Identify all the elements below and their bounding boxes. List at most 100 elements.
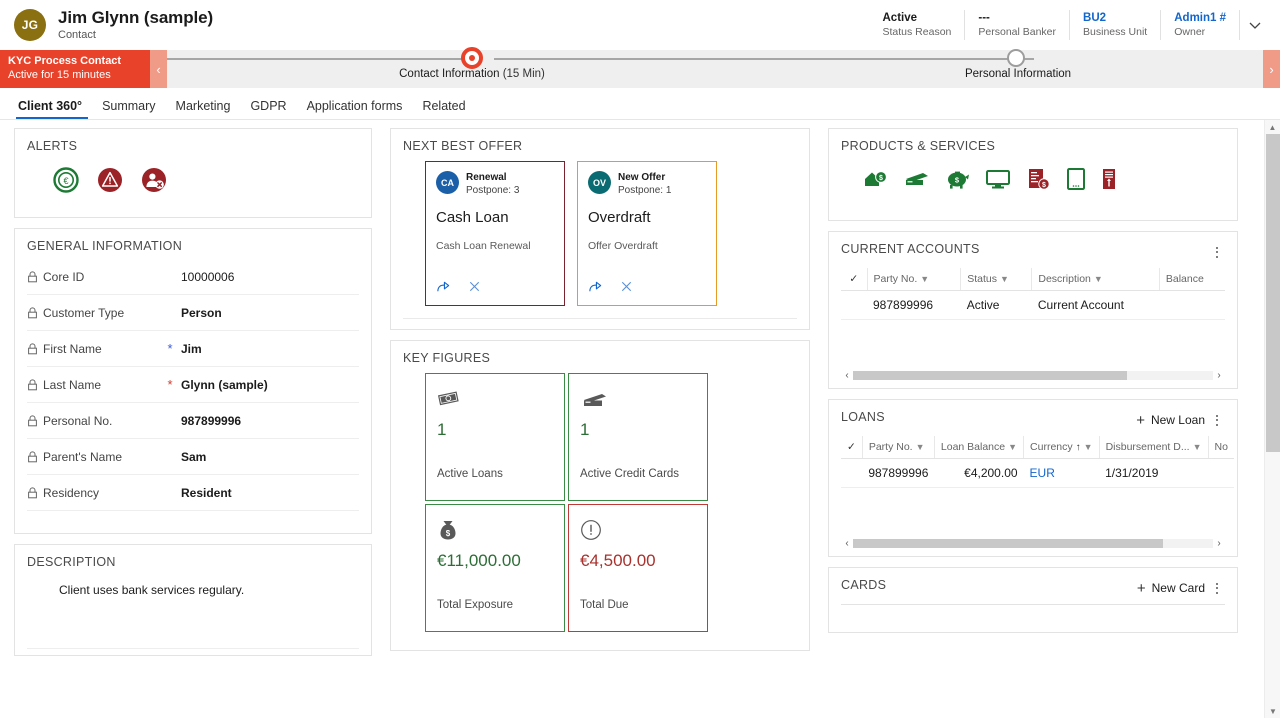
scroll-track[interactable] (853, 538, 1213, 548)
tab-application-forms[interactable]: Application forms (297, 99, 413, 119)
dismiss-icon[interactable] (619, 279, 634, 294)
lock-icon (27, 306, 38, 319)
field-label-parents-name: Parent's Name (27, 450, 163, 464)
vertical-scrollbar[interactable]: ▲ ▼ (1264, 120, 1280, 718)
header-field-value[interactable]: BU2 (1083, 11, 1147, 25)
svg-text:$: $ (446, 529, 451, 538)
chevron-down-icon[interactable] (1240, 0, 1270, 50)
home-loan-icon[interactable]: $ (863, 168, 889, 195)
description-title: DESCRIPTION (27, 555, 116, 569)
share-icon[interactable] (436, 279, 451, 294)
horizontal-scrollbar[interactable]: ‹ › (841, 536, 1225, 550)
atm-icon[interactable] (1101, 167, 1117, 196)
person-blocked-icon[interactable] (141, 167, 167, 193)
tab-gdpr[interactable]: GDPR (240, 99, 296, 119)
header-field-value[interactable]: Admin1 # (1174, 11, 1226, 25)
field-value-personal-no: 987899996 (181, 413, 242, 428)
bpf-stage-summary[interactable]: KYC Process Contact Active for 15 minute… (0, 50, 150, 88)
credit-card-icon[interactable] (903, 169, 931, 194)
caret-down-icon[interactable]: ▼ (1265, 704, 1280, 718)
middle-column: NEXT BEST OFFER CA Renewal Postpone: 3 C… (380, 128, 820, 718)
field-value-residency: Resident (181, 485, 232, 500)
new-card-button[interactable]: + New Card (1137, 581, 1205, 596)
bpf-node-personal-information[interactable] (1007, 49, 1025, 67)
more-options-icon[interactable] (1209, 579, 1225, 597)
chevron-down-icon: ▼ (1008, 442, 1018, 452)
more-options-icon[interactable] (1209, 243, 1225, 261)
column-header-party-no[interactable]: Party No. ▼ (861, 436, 935, 459)
scroll-right-arrow[interactable]: › (1213, 370, 1225, 381)
dismiss-icon[interactable] (467, 279, 482, 294)
tab-related[interactable]: Related (412, 99, 475, 119)
loans-title: LOANS (841, 410, 885, 424)
chevron-left-icon[interactable]: ‹ (150, 50, 167, 88)
column-header-currency[interactable]: Currency ↑ ▼ (1023, 436, 1100, 459)
description-body[interactable]: Client uses bank services regulary. (27, 575, 359, 649)
key-figure-total-due[interactable]: €4,500.00 Total Due (568, 504, 708, 632)
general-information-title: GENERAL INFORMATION (27, 239, 183, 253)
select-all-checkbox[interactable]: ✓ (841, 436, 863, 459)
euro-coin-icon[interactable]: € (53, 167, 79, 193)
desktop-icon[interactable] (985, 168, 1011, 195)
svg-text:€: € (63, 176, 68, 186)
share-icon[interactable] (588, 279, 603, 294)
cell-currency[interactable]: EUR (1023, 458, 1100, 488)
row-checkbox[interactable] (841, 458, 863, 488)
cell-party-no: 987899996 (862, 458, 935, 488)
header-field-business-unit[interactable]: BU2 Business Unit (1070, 10, 1162, 40)
piggy-bank-icon[interactable]: $ (945, 168, 971, 195)
horizontal-scrollbar[interactable]: ‹ › (841, 368, 1225, 382)
field-row-residency: Residency Resident (27, 475, 359, 511)
table-header-row: ✓ Party No. ▼ Loan Balance ▼ Currency ↑ ▼ Di… (841, 436, 1234, 459)
scroll-track[interactable] (853, 370, 1213, 380)
column-header-party-no[interactable]: Party No. ▼ (866, 268, 961, 291)
scroll-left-arrow[interactable]: ‹ (841, 538, 853, 549)
lock-icon (27, 450, 38, 463)
bpf-track: Contact Information (15 Min) Personal In… (167, 47, 1263, 88)
offer-card-cash-loan[interactable]: CA Renewal Postpone: 3 Cash Loan Cash Lo… (425, 161, 565, 306)
column-header-loan-balance[interactable]: Loan Balance ▼ (933, 436, 1024, 459)
key-figure-active-loans[interactable]: 1 Active Loans (425, 373, 565, 501)
column-header-balance[interactable]: Balance (1158, 268, 1225, 291)
invoice-icon[interactable]: $ (1025, 167, 1051, 196)
key-figure-label: Active Loans (437, 468, 503, 480)
scroll-left-arrow[interactable]: ‹ (841, 370, 853, 381)
more-options-icon[interactable] (1209, 411, 1225, 429)
scroll-right-arrow[interactable]: › (1213, 538, 1225, 549)
column-label: No (1214, 441, 1228, 453)
field-row-personal-no: Personal No. 987899996 (27, 403, 359, 439)
chevron-right-icon[interactable]: › (1263, 50, 1280, 88)
table-row[interactable]: 987899996 Active Current Account (841, 290, 1225, 320)
tab-summary[interactable]: Summary (92, 99, 165, 119)
column-header-disbursement-date[interactable]: Disbursement D... ▼ (1098, 436, 1209, 459)
row-checkbox[interactable] (841, 290, 867, 320)
chevron-down-icon: ▼ (1083, 442, 1093, 452)
column-header-description[interactable]: Description ▼ (1031, 268, 1160, 291)
scroll-thumb[interactable] (853, 370, 1127, 380)
tablet-icon[interactable] (1065, 167, 1087, 196)
key-figures-title: KEY FIGURES (403, 351, 491, 365)
caret-up-icon[interactable]: ▲ (1265, 120, 1280, 134)
offer-postpone: Postpone: 1 (618, 185, 672, 196)
column-header-no[interactable]: No (1207, 436, 1234, 459)
offer-card-overdraft[interactable]: OV New Offer Postpone: 1 Overdraft Offer… (577, 161, 717, 306)
bpf-node-contact-information[interactable] (461, 47, 483, 69)
key-figure-active-credit-cards[interactable]: 1 Active Credit Cards (568, 373, 708, 501)
key-figure-total-exposure[interactable]: $ €11,000.00 Total Exposure (425, 504, 565, 632)
tab-client-360[interactable]: Client 360° (16, 99, 92, 119)
new-loan-button[interactable]: + New Loan (1136, 413, 1205, 428)
header-field-owner[interactable]: Admin1 # Owner (1161, 10, 1240, 40)
select-all-checkbox[interactable]: ✓ (841, 268, 867, 291)
field-label-text: Customer Type (43, 305, 125, 320)
column-header-status[interactable]: Status ▼ (960, 268, 1032, 291)
field-label-text: Personal No. (43, 413, 113, 428)
warning-triangle-icon[interactable] (97, 167, 123, 193)
table-row[interactable]: 987899996 €4,200.00 EUR 1/31/2019 (841, 458, 1234, 488)
record-title-block: Jim Glynn (sample) Contact (58, 8, 213, 42)
cell-loan-balance: €4,200.00 (934, 458, 1024, 488)
loans-section: LOANS + New Loan ✓ Party No. ▼ Loan Balan… (828, 399, 1238, 557)
tab-marketing[interactable]: Marketing (166, 99, 241, 119)
scroll-thumb[interactable] (853, 538, 1163, 548)
scroll-thumb[interactable] (1266, 134, 1280, 452)
current-accounts-section: CURRENT ACCOUNTS ✓ Party No. ▼ Status ▼ De… (828, 231, 1238, 389)
